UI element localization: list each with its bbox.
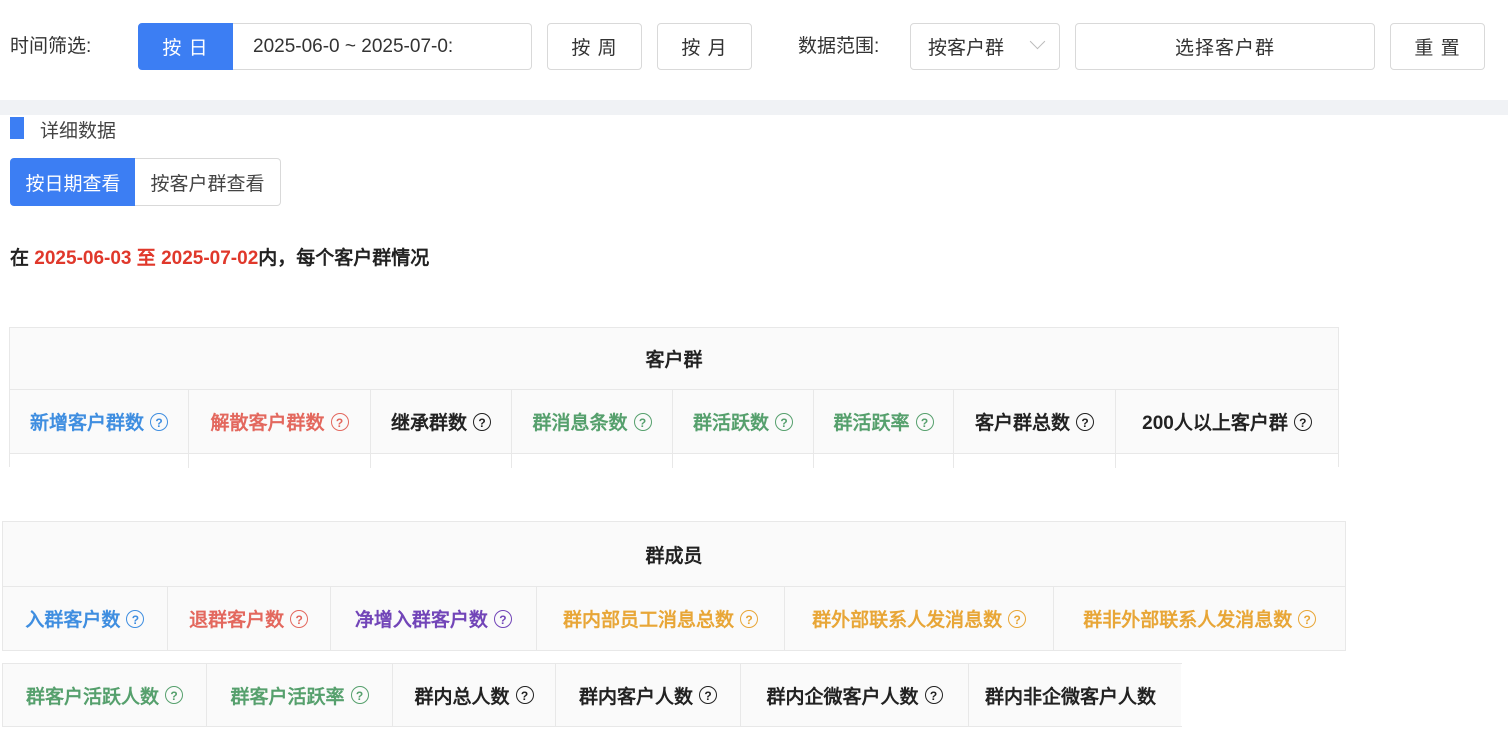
help-icon[interactable]: ?	[290, 609, 309, 628]
group-stats-table-title: 客户群	[10, 328, 1338, 390]
help-icon[interactable]: ?	[1076, 412, 1094, 431]
column-header: 群内部员工消息总数?	[537, 587, 785, 650]
data-scope-label: 数据范围:	[798, 36, 880, 57]
help-icon[interactable]: ?	[633, 412, 652, 431]
column-header: 新增客户群数?	[10, 390, 189, 453]
summary-text: 在 2025-06-03 至 2025-07-02内，每个客户群情况	[10, 243, 429, 270]
help-icon[interactable]: ?	[1293, 412, 1312, 431]
column-header: 群活跃数?	[673, 390, 814, 453]
column-header: 群内企微客户人数?	[741, 664, 969, 726]
member-stats-table: 群成员 入群客户数? 退群客户数? 净增入群客户数? 群内部员工消息总数? 群外部联系人…	[2, 521, 1346, 651]
table-cell	[814, 454, 954, 468]
column-header-label: 群活跃数	[692, 413, 769, 434]
column-header-label: 新增客户群数	[29, 413, 144, 434]
table-cell	[954, 454, 1116, 468]
column-header-label: 入群客户数	[25, 610, 121, 631]
member-activity-table: 群客户活跃人数? 群客户活跃率? 群内总人数? 群内客户人数? 群内企微客户人数? 群内非…	[2, 663, 1182, 727]
column-header: 200人以上客户群?	[1116, 390, 1338, 453]
column-header-label: 群客户活跃人数	[25, 686, 159, 708]
section-divider	[0, 100, 1508, 115]
help-icon[interactable]: ?	[150, 412, 168, 431]
table-cell	[189, 454, 371, 468]
help-icon[interactable]: ?	[775, 412, 793, 431]
summary-start-date: 2025-06-03	[34, 248, 132, 269]
column-header-label: 群活跃率	[833, 413, 910, 434]
summary-prefix: 在	[10, 248, 30, 269]
column-header-label: 群内非企微客户人数	[985, 686, 1157, 708]
column-header: 继承群数?	[371, 390, 512, 453]
column-header: 退群客户数?	[167, 587, 331, 650]
column-header: 群内客户人数?	[556, 664, 741, 726]
column-header: 群非外部联系人发消息数?	[1054, 587, 1345, 650]
tab-by-date[interactable]: 按日期查看	[10, 158, 136, 206]
help-icon[interactable]: ?	[330, 412, 349, 431]
column-header: 群客户活跃人数?	[3, 664, 207, 726]
column-header-label: 退群客户数	[189, 610, 285, 631]
help-icon[interactable]: ?	[126, 609, 145, 628]
help-icon[interactable]: ?	[165, 686, 183, 704]
column-header-label: 群内客户人数	[578, 686, 693, 708]
column-header: 净增入群客户数?	[330, 587, 538, 650]
help-icon[interactable]: ?	[515, 686, 534, 704]
summary-end-date: 2025-07-02	[161, 248, 259, 269]
column-header-label: 群非外部联系人发消息数	[1083, 610, 1293, 631]
help-icon[interactable]: ?	[1298, 609, 1317, 628]
choose-group-button[interactable]: 选择客户群	[1075, 23, 1375, 70]
help-icon[interactable]: ?	[740, 609, 759, 628]
member-stats-header-row: 入群客户数? 退群客户数? 净增入群客户数? 群内部员工消息总数? 群外部联系人发消息数…	[3, 587, 1345, 650]
column-header-label: 群外部联系人发消息数	[812, 610, 1003, 631]
column-header: 群客户活跃率?	[207, 664, 393, 726]
help-icon[interactable]: ?	[350, 686, 369, 704]
column-header-label: 群内企微客户人数	[766, 686, 919, 708]
column-header: 解散客户群数?	[189, 390, 371, 453]
column-header: 群活跃率?	[814, 390, 954, 453]
column-header-label: 群内部员工消息总数	[563, 610, 735, 631]
column-header-label: 继承群数	[390, 413, 467, 434]
column-header-label: 净增入群客户数	[354, 610, 488, 631]
time-filter-label: 时间筛选:	[10, 36, 92, 57]
table-cell	[371, 454, 512, 468]
column-header: 群外部联系人发消息数?	[784, 587, 1055, 650]
by-week-button[interactable]: 按 周	[547, 23, 642, 70]
help-icon[interactable]: ?	[924, 686, 943, 704]
section-marker	[10, 117, 24, 139]
table-cell	[673, 454, 814, 468]
section-title: 详细数据	[40, 121, 117, 142]
date-range-picker[interactable]: 2025-06-0 ~ 2025-07-0:	[233, 23, 532, 70]
column-header-label: 客户群总数	[974, 413, 1070, 434]
chevron-down-icon	[1029, 33, 1046, 50]
tab-by-group[interactable]: 按客户群查看	[135, 158, 281, 206]
group-stats-table: 客户群 新增客户群数? 解散客户群数? 继承群数? 群消息条数? 群活跃数? 群活跃率? 客…	[9, 327, 1339, 468]
reset-button[interactable]: 重 置	[1390, 23, 1485, 70]
column-header-label: 群客户活跃率	[230, 686, 345, 708]
table-cell	[10, 454, 189, 468]
by-day-button[interactable]: 按 日	[138, 23, 233, 70]
help-icon[interactable]: ?	[699, 686, 717, 704]
summary-suffix: 内，每个客户群情况	[258, 248, 430, 269]
group-stats-header-row: 新增客户群数? 解散客户群数? 继承群数? 群消息条数? 群活跃数? 群活跃率? 客户群总数…	[10, 390, 1338, 454]
help-icon[interactable]: ?	[473, 412, 491, 431]
member-stats-table-title: 群成员	[3, 522, 1345, 587]
group-stats-empty-row	[10, 454, 1338, 468]
column-header: 群消息条数?	[512, 390, 673, 453]
summary-to: 至	[136, 248, 156, 269]
column-header-label: 200人以上客户群	[1142, 413, 1288, 434]
help-icon[interactable]: ?	[1008, 609, 1027, 628]
member-activity-header-row: 群客户活跃人数? 群客户活跃率? 群内总人数? 群内客户人数? 群内企微客户人数? 群内非…	[3, 664, 1182, 726]
table-cell	[1116, 454, 1338, 468]
column-header: 客户群总数?	[954, 390, 1116, 453]
help-icon[interactable]: ?	[493, 609, 512, 628]
help-icon[interactable]: ?	[915, 412, 934, 431]
column-header: 入群客户数?	[3, 587, 168, 650]
column-header-label: 群内总人数	[414, 686, 510, 708]
table-cell	[512, 454, 673, 468]
column-header-label: 群消息条数	[532, 413, 628, 434]
scope-select-value: 按客户群	[928, 38, 1005, 59]
by-month-button[interactable]: 按 月	[657, 23, 752, 70]
scope-select[interactable]: 按客户群	[910, 23, 1060, 70]
column-header-label: 解散客户群数	[210, 413, 325, 434]
column-header: 群内非企微客户人数	[969, 664, 1181, 726]
column-header: 群内总人数?	[393, 664, 556, 726]
